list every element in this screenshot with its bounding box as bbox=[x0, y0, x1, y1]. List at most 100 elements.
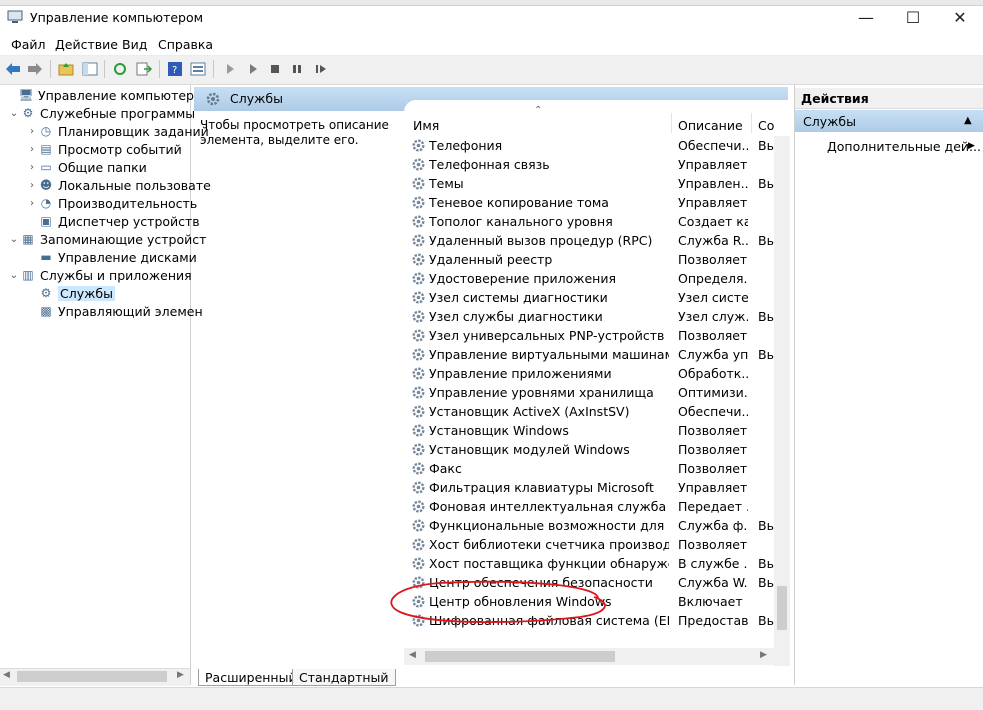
scroll-left-arrow-icon[interactable]: ◀ bbox=[409, 650, 416, 660]
table-row[interactable]: Узел системы диагностики Узел систе... bbox=[408, 288, 774, 307]
table-row[interactable]: Центр обновления Windows Включает ... bbox=[408, 592, 774, 611]
service-name: Фильтрация клавиатуры Microsoft bbox=[429, 480, 654, 495]
menu-help[interactable]: Справка bbox=[158, 37, 213, 52]
maximize-button[interactable]: ☐ bbox=[890, 3, 936, 31]
computer-icon: 🖥 bbox=[18, 88, 34, 102]
service-gear-icon bbox=[410, 594, 426, 610]
table-row[interactable]: Теневое копирование тома Управляет... bbox=[408, 193, 774, 212]
collapse-arrow-icon[interactable]: ▲ bbox=[964, 115, 972, 126]
table-row[interactable]: Темы Управлен... Вы bbox=[408, 174, 774, 193]
table-row[interactable]: Тополог канального уровня Создает ка... bbox=[408, 212, 774, 231]
service-name: Теневое копирование тома bbox=[429, 195, 609, 210]
table-row[interactable]: Удостоверение приложения Определя... bbox=[408, 269, 774, 288]
help-icon[interactable]: ? bbox=[166, 60, 184, 78]
tree-item[interactable]: ▩ Управляющий элемен bbox=[26, 302, 203, 320]
service-description: Оптимизи... bbox=[678, 385, 748, 400]
collapsed-arrow-icon[interactable]: › bbox=[26, 144, 38, 155]
tree-item[interactable]: ▣ Диспетчер устройств bbox=[26, 212, 199, 230]
actions-title-bar: Действия bbox=[795, 88, 983, 109]
table-row[interactable]: Установщик модулей Windows Позволяет... bbox=[408, 440, 774, 459]
expanded-arrow-icon[interactable]: ⌄ bbox=[8, 234, 20, 245]
scroll-right-arrow-icon[interactable]: ▶ bbox=[177, 670, 184, 680]
service-gear-icon bbox=[410, 480, 426, 496]
restart-service-icon[interactable] bbox=[312, 60, 330, 78]
start-service-alt-icon[interactable] bbox=[244, 60, 262, 78]
tree-item[interactable]: › ▤ Просмотр событий bbox=[26, 140, 182, 158]
collapsed-arrow-icon[interactable]: › bbox=[26, 162, 38, 173]
stop-service-icon[interactable] bbox=[266, 60, 284, 78]
actions-section-services[interactable]: Службы bbox=[795, 110, 983, 132]
expanded-arrow-icon[interactable]: ⌄ bbox=[8, 270, 20, 281]
table-row[interactable]: Функциональные возможности для подк... Сл… bbox=[408, 516, 774, 535]
tree-item[interactable]: › ◷ Планировщик заданий bbox=[26, 122, 209, 140]
table-row[interactable]: Центр обеспечения безопасности Служба W..… bbox=[408, 573, 774, 592]
table-row[interactable]: Установщик ActiveX (AxInstSV) Обеспечи... bbox=[408, 402, 774, 421]
tree-scroll-thumb[interactable] bbox=[17, 671, 167, 682]
table-row[interactable]: Узел службы диагностики Узел служ... Вы bbox=[408, 307, 774, 326]
table-row[interactable]: Управление виртуальными машинами Н... Слу… bbox=[408, 345, 774, 364]
tree-item[interactable]: › ◔ Производительность bbox=[26, 194, 197, 212]
collapsed-arrow-icon[interactable]: › bbox=[26, 126, 38, 137]
storage-icon: ▦ bbox=[22, 232, 34, 246]
pause-service-icon[interactable] bbox=[288, 60, 306, 78]
more-actions-item[interactable]: Дополнительные дей... bbox=[827, 139, 981, 154]
column-header-description[interactable]: Описание bbox=[678, 118, 743, 133]
tree-item-label: Управляющий элемен bbox=[58, 303, 203, 319]
start-service-icon[interactable] bbox=[221, 60, 239, 78]
table-row[interactable]: Управление уровнями хранилища Оптимизи... bbox=[408, 383, 774, 402]
column-header-state[interactable]: Со bbox=[758, 118, 774, 133]
refresh-icon[interactable] bbox=[111, 60, 129, 78]
column-divider[interactable] bbox=[671, 113, 672, 133]
close-button[interactable]: ✕ bbox=[937, 3, 983, 31]
tree-item[interactable]: › ☻ Локальные пользовате bbox=[26, 176, 211, 194]
tab-extended[interactable]: Расширенный bbox=[198, 669, 304, 686]
table-row[interactable]: Фоновая интеллектуальная служба перед...… bbox=[408, 497, 774, 516]
tree-item[interactable]: ▬ Управление дисками bbox=[26, 248, 196, 266]
table-row[interactable]: Телефонная связь Управляет... bbox=[408, 155, 774, 174]
table-row[interactable]: Удаленный вызов процедур (RPC) Служба R..… bbox=[408, 231, 774, 250]
show-hide-tree-icon[interactable] bbox=[81, 60, 99, 78]
export-list-icon[interactable] bbox=[135, 60, 153, 78]
table-row[interactable]: Телефония Обеспечи... Вы bbox=[408, 136, 774, 155]
column-divider[interactable] bbox=[751, 113, 752, 133]
services-header-title: Службы bbox=[230, 91, 283, 106]
table-row[interactable]: Хост поставщика функции обнаружения В слу… bbox=[408, 554, 774, 573]
table-row[interactable]: Шифрованная файловая система (EFS) Предос… bbox=[408, 611, 774, 630]
scroll-left-arrow-icon[interactable]: ◀ bbox=[3, 670, 10, 680]
table-row[interactable]: Установщик Windows Позволяет... bbox=[408, 421, 774, 440]
service-description: Позволяет... bbox=[678, 423, 748, 438]
service-description: Служба уп... bbox=[678, 347, 748, 362]
table-row[interactable]: Фильтрация клавиатуры Microsoft Управляет… bbox=[408, 478, 774, 497]
tree-item[interactable]: ⌄ ▥ Службы и приложения bbox=[8, 266, 192, 284]
menu-file[interactable]: Файл bbox=[11, 37, 46, 52]
menu-view[interactable]: Вид bbox=[122, 37, 147, 52]
collapsed-arrow-icon[interactable]: › bbox=[26, 198, 38, 209]
collapsed-arrow-icon[interactable]: › bbox=[26, 180, 38, 191]
services-vscroll-thumb[interactable] bbox=[777, 586, 787, 630]
properties-icon[interactable] bbox=[189, 60, 207, 78]
service-name: Темы bbox=[429, 176, 464, 191]
tree-item-label: Просмотр событий bbox=[58, 141, 182, 157]
menu-action[interactable]: Действие bbox=[55, 37, 118, 52]
forward-arrow-icon[interactable] bbox=[26, 60, 44, 78]
column-header-name[interactable]: Имя bbox=[413, 118, 439, 133]
tree-item[interactable]: ⌄ ▦ Запоминающие устройст bbox=[8, 230, 207, 248]
table-row[interactable]: Хост библиотеки счетчика производител...… bbox=[408, 535, 774, 554]
tree-item[interactable]: ⚙ Службы bbox=[26, 284, 115, 302]
up-folder-icon[interactable] bbox=[57, 60, 75, 78]
service-state: Вы bbox=[758, 347, 774, 362]
table-row[interactable]: Узел универсальных PNP-устройств Позволяе… bbox=[408, 326, 774, 345]
table-row[interactable]: Факс Позволяет... bbox=[408, 459, 774, 478]
tree-item[interactable]: › ▭ Общие папки bbox=[26, 158, 147, 176]
minimize-button[interactable]: — bbox=[843, 3, 889, 31]
tree-item[interactable]: ⌄ ⚙ Служебные программы bbox=[8, 104, 195, 122]
scroll-right-arrow-icon[interactable]: ▶ bbox=[760, 650, 767, 660]
service-gear-icon bbox=[410, 195, 426, 211]
tab-standard[interactable]: Стандартный bbox=[292, 669, 396, 686]
table-row[interactable]: Управление приложениями Обработк... bbox=[408, 364, 774, 383]
back-arrow-icon[interactable] bbox=[4, 60, 22, 78]
table-row[interactable]: Удаленный реестр Позволяет... bbox=[408, 250, 774, 269]
service-gear-icon bbox=[410, 499, 426, 515]
services-hscroll-thumb[interactable] bbox=[425, 651, 615, 662]
expanded-arrow-icon[interactable]: ⌄ bbox=[8, 108, 20, 119]
